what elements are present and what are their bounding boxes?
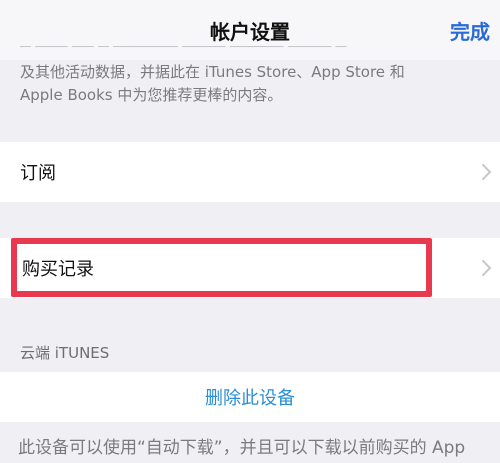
chevron-right-icon — [482, 164, 491, 180]
section-header-cloud-itunes: 云端 iTUNES — [20, 344, 110, 362]
info-text-line: 及其他活动数据，并据此在 iTunes Store、App Store 和 — [20, 63, 405, 81]
delete-device-row[interactable]: 删除此设备 — [0, 372, 500, 422]
info-text-cut-off-line: ▔ ▔▔▔ ▔▔ ▔ ▔▔▔▔▔▔ ▔▔▔▔ ▔▔▔▔▔ ▔▔▔▔ ▔ — [20, 46, 347, 62]
highlight-annotation-box — [11, 238, 432, 297]
done-button[interactable]: 完成 — [450, 16, 490, 45]
delete-device-button[interactable]: 删除此设备 — [0, 384, 500, 410]
page-title: 帐户设置 — [210, 20, 290, 44]
subscriptions-row[interactable]: 订阅 — [0, 142, 500, 202]
chevron-right-icon — [482, 260, 491, 276]
info-text-line: Apple Books 中为您推荐更棒的内容。 — [20, 86, 283, 104]
info-text: 及其他活动数据，并据此在 iTunes Store、App Store 和 Ap… — [20, 61, 480, 107]
subscriptions-label: 订阅 — [20, 163, 56, 184]
footer-description: 此设备可以使用“自动下载”，并且可以下载以前购买的 App — [18, 438, 466, 458]
